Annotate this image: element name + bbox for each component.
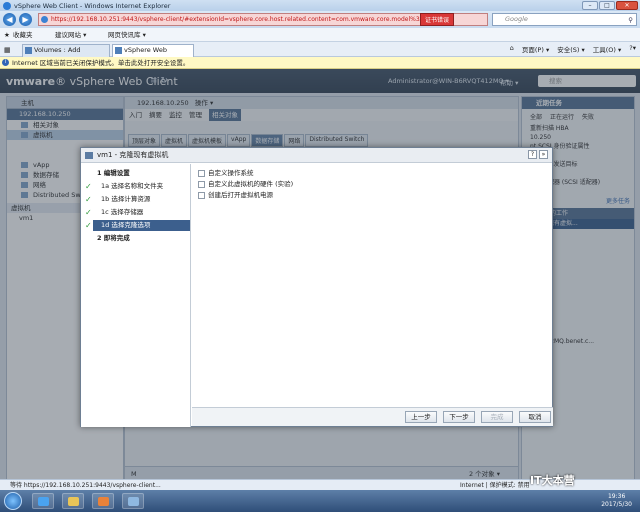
clone-options-content: 自定义操作系统 自定义此虚拟机的硬件 (实验) 创建后打开虚拟机电源 (192, 164, 552, 408)
folder-icon (68, 497, 79, 506)
taskbar-explorer-button[interactable] (62, 493, 84, 509)
favorites-button[interactable]: 收藏夹 (13, 28, 33, 42)
watermark: IT大本营 (530, 474, 575, 487)
back-icon[interactable]: ◀ (3, 13, 16, 26)
expand-icon[interactable]: » (539, 150, 548, 159)
checkbox[interactable] (198, 181, 205, 188)
window-controls: – □ ✕ (582, 1, 638, 10)
option-power-on[interactable]: 创建后打开虚拟机电源 (198, 190, 546, 201)
dialog-titlebar: vm1 - 克隆现有虚拟机 ? » (81, 148, 552, 163)
wizard-steps: 1 编辑设置 ✓ 1a 选择名称和文件夹 ✓ 1b 选择计算资源 ✓ 1c 选择存储器… (81, 164, 191, 427)
start-button[interactable] (4, 492, 22, 510)
cmd-help[interactable]: ?▾ (629, 44, 636, 54)
status-text: 等待 https://192.168.10.251:9443/vsphere-c… (10, 482, 161, 489)
tab-volumes[interactable]: Volumes : Add Volume (22, 44, 110, 65)
taskbar-media-button[interactable] (92, 493, 114, 509)
close-button[interactable]: ✕ (616, 1, 638, 10)
forward-icon[interactable]: ▶ (19, 13, 32, 26)
back-button[interactable]: 上一步 (405, 411, 437, 423)
step-storage[interactable]: ✓ 1c 选择存储器 (81, 207, 190, 218)
step-name-folder[interactable]: ✓ 1a 选择名称和文件夹 (81, 181, 190, 192)
info-text: Internet 区域当前已关闭保护模式。单击此处打开安全设置。 (12, 59, 190, 67)
command-bar: ⌂ 页面(P) ▾ 安全(S) ▾ 工具(O) ▾ ?▾ (510, 44, 636, 54)
taskbar-ie-button[interactable] (32, 493, 54, 509)
home-icon[interactable]: ⌂ (510, 44, 514, 54)
checkmark-icon: ✓ (85, 208, 92, 217)
checkmark-icon: ✓ (85, 182, 92, 191)
favorites-star-icon: ★ (4, 31, 10, 39)
tab-page-icon (115, 47, 122, 54)
cmd-tools[interactable]: 工具(O) ▾ (593, 44, 622, 54)
tab-page-icon (25, 47, 32, 54)
media-icon (98, 497, 109, 506)
cancel-button[interactable]: 取消 (519, 411, 551, 423)
dialog-footer: 上一步 下一步 完成 取消 (192, 407, 553, 426)
option-customize-hardware[interactable]: 自定义此虚拟机的硬件 (实验) (198, 179, 546, 190)
finish-button[interactable]: 完成 (481, 411, 513, 423)
vm-icon (85, 152, 93, 159)
help-icon[interactable]: ? (528, 150, 537, 159)
page-icon (41, 16, 48, 23)
tab-vsphere[interactable]: vSphere Web Client (112, 44, 194, 65)
checkbox[interactable] (198, 192, 205, 199)
dialog-title-buttons: ? » (528, 150, 548, 159)
address-text: https://192.168.10.251:9443/vsphere-clie… (51, 16, 430, 23)
search-input[interactable]: Google ⚲ (492, 13, 637, 26)
tab-grid-icon[interactable]: ▦ (4, 46, 11, 54)
info-icon: i (2, 59, 9, 66)
address-row: ◀ ▶ https://192.168.10.251:9443/vsphere-… (0, 11, 640, 28)
cert-error-button[interactable]: 证书错误 (420, 13, 455, 26)
taskbar-app-button[interactable] (122, 493, 144, 509)
search-icon[interactable]: ⚲ (628, 15, 633, 26)
step-compute-resource[interactable]: ✓ 1b 选择计算资源 (81, 194, 190, 205)
checkbox[interactable] (198, 170, 205, 177)
fav-item-webslice[interactable]: 网页快讯库 ▾ (108, 28, 146, 42)
next-button[interactable]: 下一步 (443, 411, 475, 423)
step-clone-options[interactable]: ✓ 1d 选择克隆选项 (85, 220, 190, 231)
option-customize-os[interactable]: 自定义操作系统 (198, 168, 546, 179)
cmd-page[interactable]: 页面(P) ▾ (522, 44, 549, 54)
system-clock[interactable]: 19:36 2017/5/30 (601, 493, 632, 509)
search-placeholder: Google (505, 15, 528, 23)
window-title: vSphere Web Client - Windows Internet Ex… (14, 2, 171, 10)
step-ready-to-complete[interactable]: 2 即将完成 (81, 233, 190, 244)
taskbar: 19:36 2017/5/30 (0, 490, 640, 512)
ie-icon (38, 497, 49, 506)
step-edit-settings[interactable]: 1 编辑设置 (81, 168, 190, 179)
minimize-button[interactable]: – (582, 1, 598, 10)
favorites-bar: ★ 收藏夹 建议网站 ▾ 网页快讯库 ▾ (0, 28, 640, 42)
maximize-button[interactable]: □ (599, 1, 615, 10)
checkmark-icon: ✓ (85, 221, 92, 230)
clone-vm-dialog: vm1 - 克隆现有虚拟机 ? » 1 编辑设置 ✓ 1a 选择名称和文件夹 ✓ 1… (80, 147, 553, 427)
cmd-safety[interactable]: 安全(S) ▾ (557, 44, 585, 54)
info-bar[interactable]: i Internet 区域当前已关闭保护模式。单击此处打开安全设置。 (0, 57, 640, 69)
dialog-title: vm1 - 克隆现有虚拟机 (97, 151, 169, 159)
checkmark-icon: ✓ (85, 195, 92, 204)
window-titlebar: vSphere Web Client - Windows Internet Ex… (0, 0, 640, 11)
fav-item-suggested[interactable]: 建议网站 ▾ (55, 28, 86, 42)
ie-logo-icon (3, 2, 11, 10)
app-icon (128, 497, 139, 506)
